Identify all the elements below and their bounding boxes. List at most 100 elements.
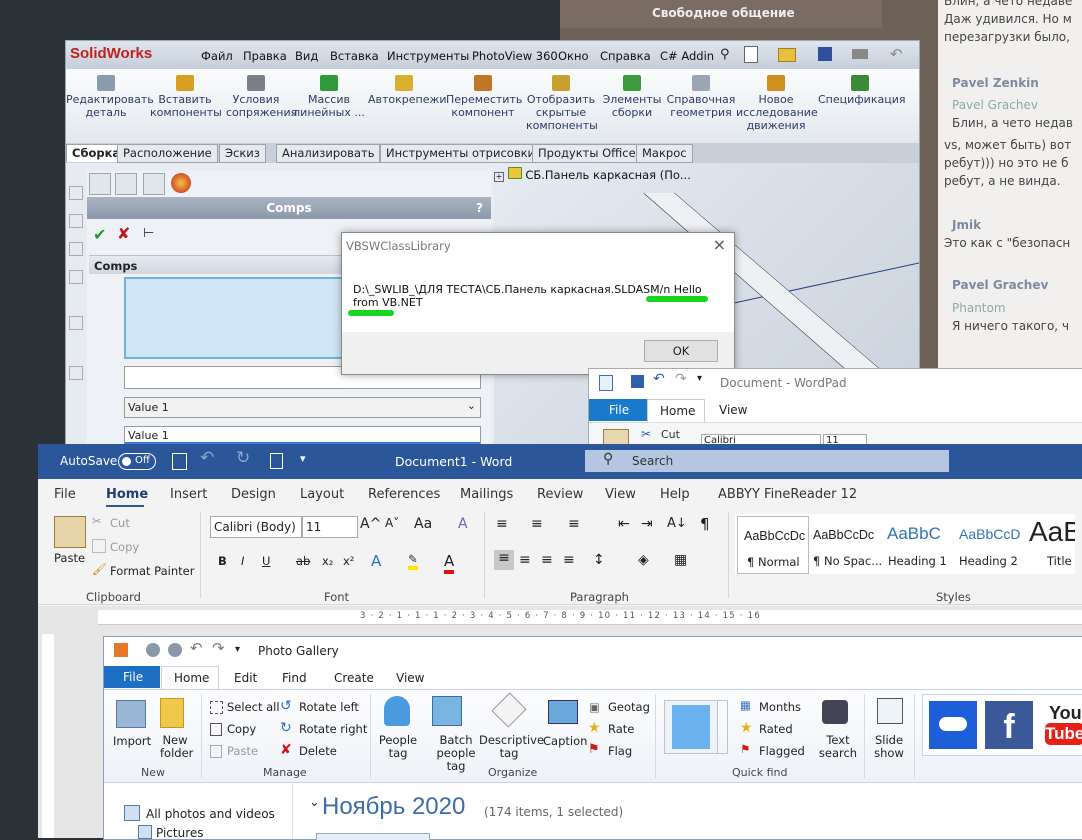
view-tool-icon[interactable] <box>69 366 83 380</box>
ribbon-button[interactable]: Автокрепежи <box>368 75 447 106</box>
view-tool-icon[interactable] <box>69 270 83 284</box>
facebook-icon[interactable]: f <box>985 701 1033 749</box>
rate-button[interactable]: Rate <box>608 722 634 736</box>
numbering-icon[interactable]: ≡ <box>531 516 543 532</box>
view-tool-icon[interactable] <box>69 214 83 228</box>
tab-references[interactable]: References <box>368 487 440 502</box>
scissors-icon[interactable]: ✂ <box>641 427 651 441</box>
sort-icon[interactable]: A↓ <box>667 516 687 531</box>
font-size-select[interactable]: 11 <box>302 516 358 538</box>
paste-icon[interactable] <box>54 516 86 548</box>
ribbon-button[interactable]: Отобразить скрытые компоненты <box>526 75 598 132</box>
superscript-icon[interactable]: x² <box>343 554 354 568</box>
edit-tab[interactable]: Edit <box>234 671 257 685</box>
value-select[interactable]: Value 1 ⌄ <box>124 397 481 418</box>
collapse-chevron-icon[interactable]: ⌄ <box>309 795 320 810</box>
descriptive-tag-button[interactable]: Descriptive tag <box>479 734 544 760</box>
menu-window[interactable]: Окно <box>558 49 589 63</box>
style-heading-1[interactable]: AaBbC Heading 1 <box>885 516 955 572</box>
tab-mailings[interactable]: Mailings <box>460 487 513 502</box>
menu-tools[interactable]: Инструменты <box>387 49 469 63</box>
tab-sketch[interactable]: Эскиз <box>219 144 266 163</box>
menu-view[interactable]: Вид <box>295 49 318 63</box>
increase-indent-icon[interactable]: ⇥ <box>641 516 653 532</box>
months-button[interactable]: Months <box>759 700 801 714</box>
customize-icon[interactable]: ▾ <box>697 373 702 384</box>
tab-file[interactable]: File <box>54 487 76 502</box>
shading-icon[interactable]: ◈ <box>638 552 649 568</box>
strikethrough-icon[interactable]: ab <box>296 554 310 568</box>
justify-icon[interactable]: ≡ <box>563 552 575 568</box>
undo-icon[interactable]: ↶ <box>890 45 903 63</box>
file-tab[interactable]: File <box>104 666 160 688</box>
font-color-icon[interactable]: A <box>444 552 455 574</box>
change-case-icon[interactable]: Aa <box>414 516 432 532</box>
format-painter-button[interactable]: Format Painter <box>110 564 194 578</box>
flagged-button[interactable]: Flagged <box>759 744 805 758</box>
cancel-x-icon[interactable]: ✘ <box>117 224 130 243</box>
undo-icon[interactable]: ↶ <box>200 448 214 468</box>
ribbon-button[interactable]: Условия сопряжения <box>226 75 297 119</box>
save-icon[interactable] <box>172 453 187 470</box>
menu-csharp-addin[interactable]: C# Addin <box>660 49 714 63</box>
people-filter-gallery[interactable] <box>664 700 718 754</box>
import-button[interactable]: Import <box>113 734 151 748</box>
line-spacing-icon[interactable]: ↕ <box>593 552 605 568</box>
tab-help[interactable]: Help <box>660 487 690 502</box>
configuration-tab-icon[interactable] <box>143 173 165 195</box>
back-icon[interactable] <box>146 643 160 657</box>
rotate-left-button[interactable]: Rotate left <box>299 700 359 714</box>
tab-review[interactable]: Review <box>537 487 583 502</box>
wordpad-file-tab[interactable]: File <box>589 399 647 421</box>
geotag-button[interactable]: Geotag <box>608 700 650 714</box>
property-manager-tab-icon[interactable] <box>115 173 137 195</box>
close-icon[interactable]: × <box>713 235 726 254</box>
find-tab[interactable]: Find <box>282 671 307 685</box>
select-all-button[interactable]: Select all <box>227 700 280 714</box>
new-document-icon[interactable] <box>270 453 283 469</box>
menu-edit[interactable]: Правка <box>243 49 287 63</box>
align-center-icon[interactable]: ≡ <box>519 552 531 568</box>
grow-font-icon[interactable]: A^ <box>360 516 381 532</box>
autosave-toggle[interactable]: Off <box>118 453 156 470</box>
align-left-icon[interactable]: ≡ <box>494 550 514 570</box>
menu-help[interactable]: Справка <box>600 49 651 63</box>
style-title[interactable]: AaB Title <box>1029 516 1075 572</box>
ribbon-button[interactable]: Массив линейных ... <box>292 75 366 119</box>
customize-icon[interactable]: ▾ <box>300 452 306 465</box>
style-normal[interactable]: AaBbCcDc ¶ Normal <box>737 516 809 574</box>
redo-icon[interactable]: ↻ <box>236 448 250 468</box>
create-tab[interactable]: Create <box>334 671 374 685</box>
tab-abbyy[interactable]: ABBYY FineReader 12 <box>718 487 857 502</box>
highlight-icon[interactable]: ✎ <box>408 552 418 570</box>
chat-author[interactable]: Pavel Zenkin <box>952 76 1039 90</box>
ok-button[interactable]: OK <box>644 340 718 362</box>
paste-button[interactable]: Paste <box>54 551 85 565</box>
flag-button[interactable]: Flag <box>608 744 632 758</box>
ribbon-button[interactable]: Переместить компонент <box>446 75 522 119</box>
view-tool-icon[interactable] <box>69 316 83 330</box>
shrink-font-icon[interactable]: A˅ <box>385 516 399 530</box>
caption-button[interactable]: Caption <box>543 734 587 748</box>
nav-all-photos[interactable]: All photos and videos <box>146 807 275 821</box>
search-box[interactable]: ⚲ Search <box>585 450 949 472</box>
open-folder-icon[interactable] <box>778 48 796 62</box>
photo-thumbnail[interactable] <box>316 833 430 840</box>
ribbon-button[interactable]: Редактировать деталь <box>66 75 154 119</box>
delete-button[interactable]: Delete <box>299 744 337 758</box>
multilevel-list-icon[interactable]: ≡ <box>568 516 580 532</box>
help-icon[interactable]: ? <box>476 197 483 219</box>
tab-view[interactable]: View <box>605 487 636 502</box>
batch-people-tag-icon[interactable] <box>432 696 462 726</box>
text-effects-icon[interactable]: A <box>371 552 381 570</box>
feature-manager-tab-icon[interactable] <box>89 173 111 195</box>
ribbon-button[interactable]: Новое исследование движения <box>736 75 818 132</box>
descriptive-tag-icon[interactable] <box>491 692 527 728</box>
binoculars-icon[interactable] <box>822 700 848 724</box>
pin-icon[interactable]: ⚲ <box>720 47 730 62</box>
undo-icon[interactable]: ↶ <box>190 639 203 657</box>
borders-icon[interactable]: ▦ <box>674 552 687 568</box>
new-folder-icon[interactable] <box>160 698 184 728</box>
slide-show-button[interactable]: Slide show <box>871 734 907 760</box>
cut-button[interactable]: Cut <box>110 516 130 530</box>
